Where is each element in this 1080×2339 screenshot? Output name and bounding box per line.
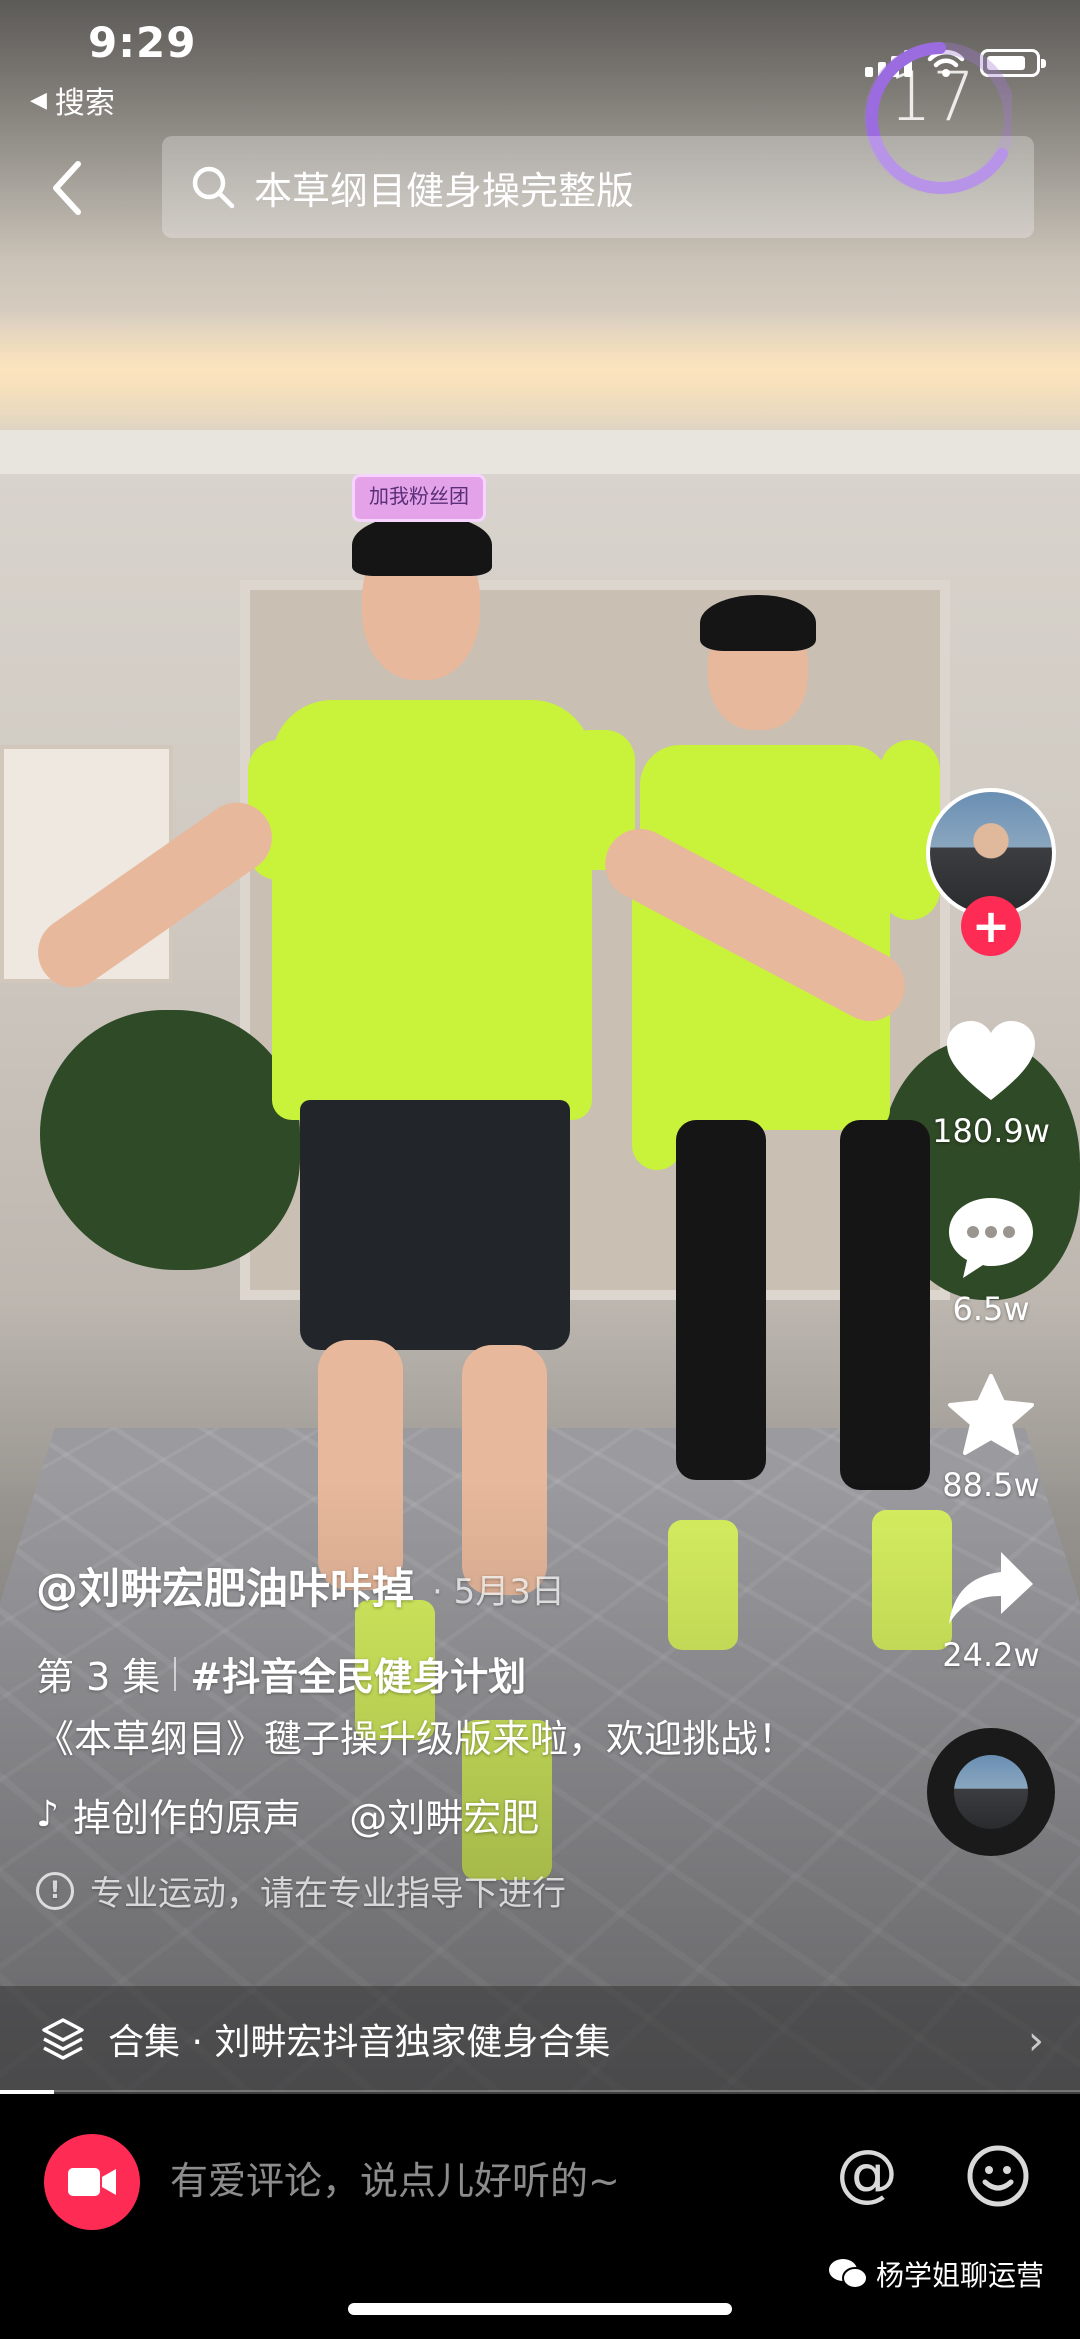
plant-left <box>40 1010 300 1270</box>
warning-text: 专业运动，请在专业指导下进行 <box>90 1874 566 1914</box>
wechat-icon <box>828 2259 868 2289</box>
star-icon <box>947 1374 1034 1455</box>
comment-count: 6.5w <box>952 1290 1030 1328</box>
at-icon[interactable]: @ <box>836 2136 898 2209</box>
back-chevron-icon[interactable] <box>44 158 94 218</box>
like-count: 180.9w <box>932 1112 1050 1150</box>
music-disc-cover <box>954 1755 1028 1829</box>
favorite-count: 88.5w <box>942 1466 1040 1504</box>
hashtag-link[interactable]: #抖音全民健身计划 <box>190 1646 526 1701</box>
music-title: 掉创作的原声 @刘畊宏肥 <box>72 1796 540 1840</box>
music-note-icon: ♪ <box>36 1794 59 1835</box>
search-icon <box>192 166 235 209</box>
comment-button[interactable]: 6.5w <box>945 1194 1037 1328</box>
safety-warning: ! 专业运动，请在专业指导下进行 <box>36 1866 796 1915</box>
camera-button[interactable] <box>44 2134 140 2230</box>
back-triangle-icon: ◀ <box>30 87 47 113</box>
status-time: 9:29 <box>88 18 197 67</box>
episode-line: 第 3 集 #抖音全民健身计划 <box>36 1646 796 1701</box>
search-bar[interactable]: 本草纲目健身操完整版 <box>162 136 1034 238</box>
video-description: 《本草纲目》毽子操升级版来啦，欢迎挑战！ <box>36 1717 797 1761</box>
video-info: @刘畊宏肥油咔咔掉 · 5月3日 第 3 集 #抖音全民健身计划 《本草纲目》毽… <box>36 1555 796 1915</box>
like-button[interactable]: 180.9w <box>932 1018 1050 1150</box>
author-avatar-wrap[interactable]: + <box>926 788 1056 956</box>
heart-icon <box>947 1021 1035 1100</box>
share-icon <box>948 1552 1033 1624</box>
camera-icon <box>68 2168 116 2196</box>
author-line: @刘畊宏肥油咔咔掉 · 5月3日 <box>36 1555 796 1616</box>
back-app-label: 搜索 <box>54 86 115 121</box>
music-disc[interactable] <box>927 1728 1055 1856</box>
watermark-text: 杨学姐聊运营 <box>875 2259 1044 2292</box>
author-name[interactable]: @刘畊宏肥油咔咔掉 <box>36 1555 414 1616</box>
side-actions: + 180.9w 6.5w 88.5w 24.2w <box>916 788 1066 1856</box>
episode-label[interactable]: 第 3 集 <box>36 1646 160 1701</box>
post-date: · 5月3日 <box>432 1572 565 1612</box>
search-query: 本草纲目健身操完整版 <box>254 168 635 213</box>
home-indicator[interactable] <box>348 2303 732 2315</box>
comment-input[interactable]: 有爱评论，说点儿好听的~ <box>170 2150 620 2205</box>
warning-icon: ! <box>36 1871 74 1910</box>
chevron-right-icon: › <box>1028 2018 1044 2064</box>
collection-label: 合集 · 刘畊宏抖音独家健身合集 <box>108 2022 611 2063</box>
share-count: 24.2w <box>942 1636 1040 1674</box>
fan-club-sticker[interactable]: 加我粉丝团 <box>352 474 486 522</box>
ceiling-light <box>0 310 1080 430</box>
back-to-app[interactable]: ◀ 搜索 <box>30 78 115 122</box>
comment-icon <box>949 1198 1033 1278</box>
emoji-icon[interactable] <box>966 2144 1030 2208</box>
timer-value: 17 <box>888 58 976 137</box>
watermark: 杨学姐聊运营 <box>828 2254 1044 2294</box>
ceiling-band <box>0 430 1080 474</box>
divider <box>174 1656 177 1691</box>
music-line[interactable]: ♪ 掉创作的原声 @刘畊宏肥 <box>36 1787 636 1842</box>
follow-button[interactable]: + <box>961 896 1021 956</box>
share-button[interactable]: 24.2w <box>942 1548 1040 1674</box>
layers-icon <box>42 2018 84 2060</box>
favorite-button[interactable]: 88.5w <box>942 1372 1040 1504</box>
collection-bar[interactable]: 合集 · 刘畊宏抖音独家健身合集 › <box>0 1986 1080 2092</box>
